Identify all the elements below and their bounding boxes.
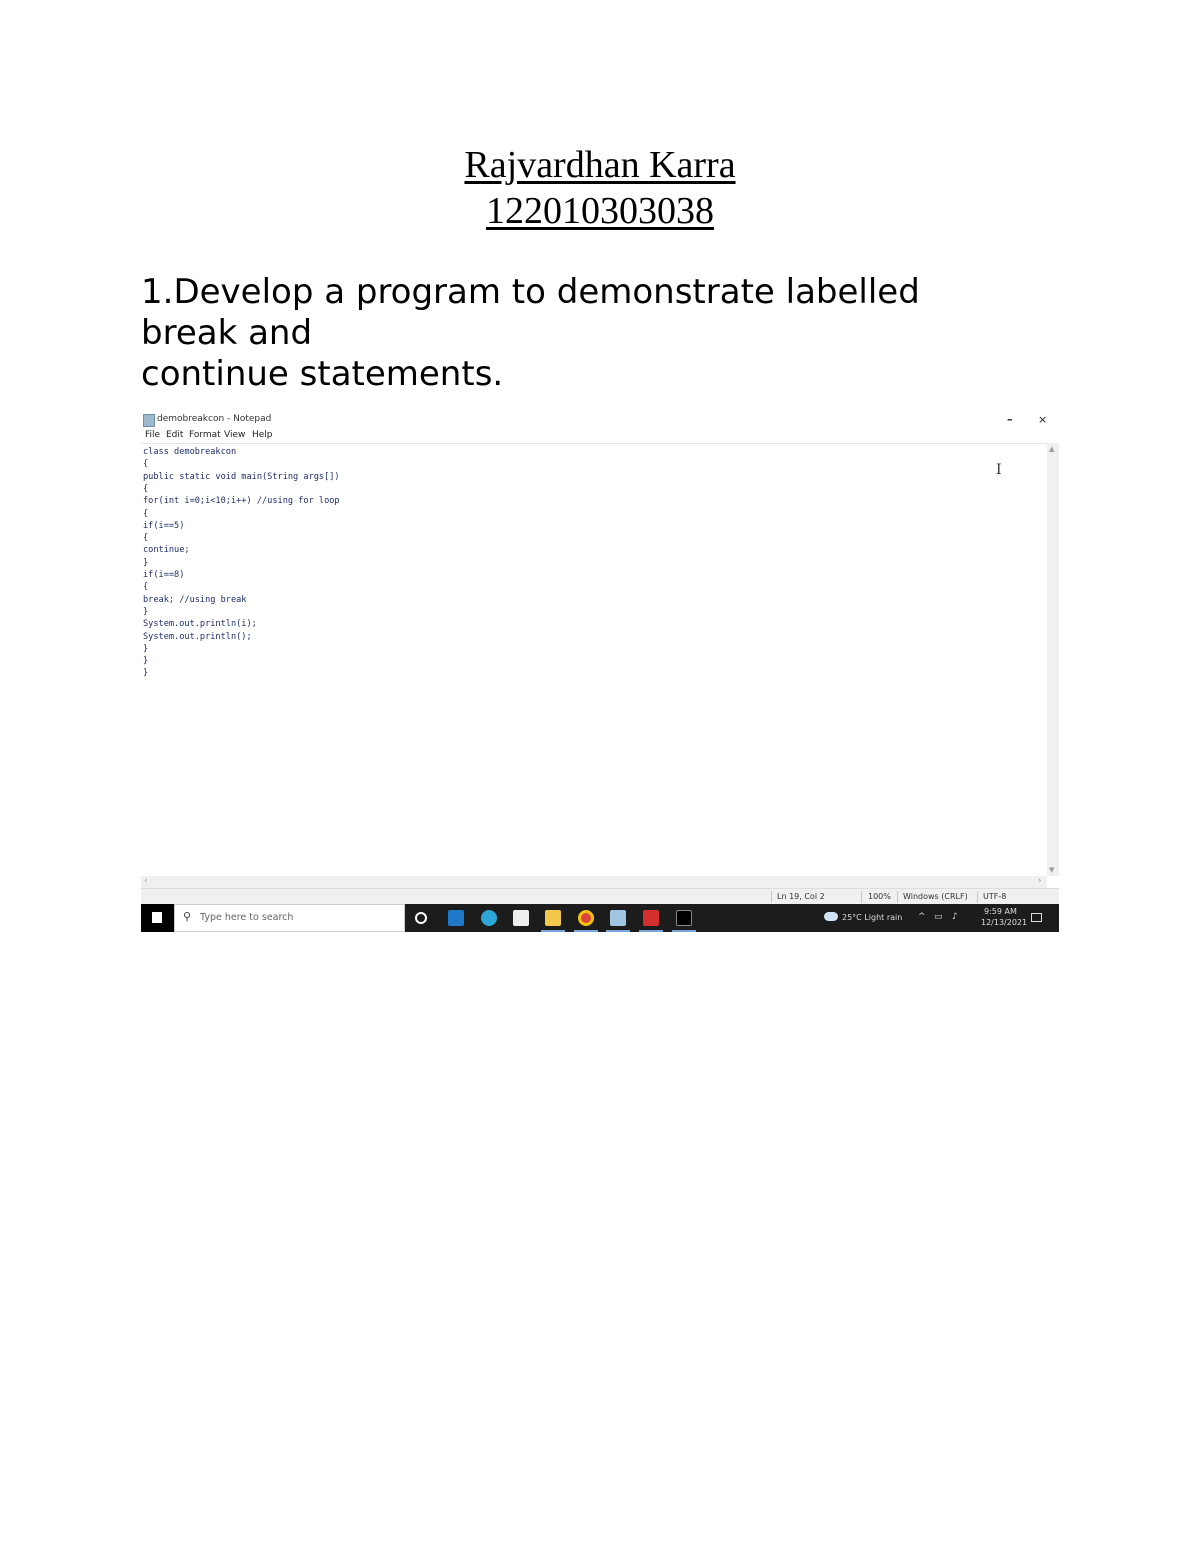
windows-taskbar: ⚲ Type here to search 25°C Light rain ^ … [141,904,1059,932]
active-indicator [606,930,630,932]
taskbar-search[interactable]: ⚲ Type here to search [174,904,405,932]
close-button[interactable]: × [1038,413,1047,426]
scroll-up-icon[interactable]: ▲ [1049,445,1054,453]
code-line: { [143,582,149,593]
weather-icon[interactable] [824,912,838,921]
line-ending: Windows (CRLF) [903,892,968,901]
active-indicator [541,930,565,932]
code-line: { [143,459,149,470]
notepad-icon [143,414,155,427]
notepad-screenshot: demobreakcon - Notepad – × File Edit For… [141,410,1059,932]
scroll-left-icon[interactable]: ‹ [144,876,148,886]
clock-time[interactable]: 9:59 AM [984,907,1017,916]
notification-icon[interactable] [1031,913,1042,922]
code-line: } [143,606,149,617]
code-line: } [143,656,149,667]
search-placeholder: Type here to search [200,912,294,923]
status-bar: Ln 19, Col 2 100% Windows (CRLF) UTF-8 [141,888,1059,905]
status-divider [897,891,898,903]
store-icon[interactable] [513,910,529,926]
code-line: for(int i=0;i<10;i++) //using for loop [143,496,340,507]
code-line: public static void main(String args[]) [143,471,340,482]
file-explorer-icon[interactable] [545,910,561,926]
question-text: 1.Develop a program to demonstrate label… [141,272,1041,395]
zoom-level: 100% [868,892,891,901]
scroll-down-icon[interactable]: ▼ [1049,866,1054,874]
clock-date[interactable]: 12/13/2021 [981,918,1027,927]
text-cursor-icon: I [996,462,1002,478]
menu-file[interactable]: File [145,430,160,440]
weather-text[interactable]: 25°C Light rain [842,913,902,922]
chrome-icon[interactable] [578,910,594,926]
code-line: } [143,668,149,679]
cursor-position: Ln 19, Col 2 [777,892,825,901]
chevron-up-icon[interactable]: ^ [918,912,926,922]
code-line: System.out.println(i); [143,619,257,630]
notepad-icon[interactable] [610,910,626,926]
status-divider [977,891,978,903]
code-line: if(i==8) [143,570,185,580]
scroll-right-icon[interactable]: › [1038,876,1042,886]
status-divider [861,891,862,903]
status-divider [771,891,772,903]
mail-icon[interactable] [448,910,464,926]
code-line: class demobreakcon [143,447,237,457]
menu-help[interactable]: Help [252,430,273,440]
code-line: continue; [143,545,190,556]
edge-icon[interactable] [481,910,497,926]
code-line: break; //using break [143,594,247,605]
volume-icon[interactable]: ♪ [952,912,958,922]
cortana-icon[interactable] [415,912,427,924]
active-indicator [639,930,663,932]
code-line: { [143,533,149,544]
minimize-button[interactable]: – [1007,413,1013,426]
code-line: { [143,508,149,519]
text-editor[interactable]: class demobreakcon{public static void ma… [141,443,1047,877]
windows-logo-icon [152,912,162,923]
encoding: UTF-8 [983,892,1007,901]
search-icon: ⚲ [183,910,192,923]
vertical-scrollbar[interactable]: ▲ ▼ [1047,443,1059,876]
question-line: continue statements. [141,354,504,394]
menu-bar: File Edit Format View Help [141,429,1059,442]
code-line: { [143,483,149,494]
question-line: break and [141,313,313,353]
acrobat-icon[interactable] [643,910,659,926]
menu-view[interactable]: View [224,430,245,440]
window-title: demobreakcon - Notepad [157,414,272,424]
menu-format[interactable]: Format [189,430,221,440]
question-line: 1.Develop a program to demonstrate label… [141,272,920,312]
horizontal-scrollbar[interactable]: ‹ › [141,876,1047,888]
code-line: if(i==5) [143,520,185,531]
code-line: } [143,557,149,568]
taskbar-apps [405,904,705,932]
roll-number: 122010303038 [486,190,714,232]
code-line: System.out.println(); [143,631,252,642]
active-indicator [574,930,598,932]
start-button[interactable] [141,904,174,932]
author-name: Rajvardhan Karra [464,144,736,186]
terminal-icon[interactable] [676,910,692,926]
code-line: } [143,643,149,654]
active-indicator [672,930,696,932]
network-icon[interactable]: ▭ [934,912,943,922]
menu-edit[interactable]: Edit [166,430,183,440]
